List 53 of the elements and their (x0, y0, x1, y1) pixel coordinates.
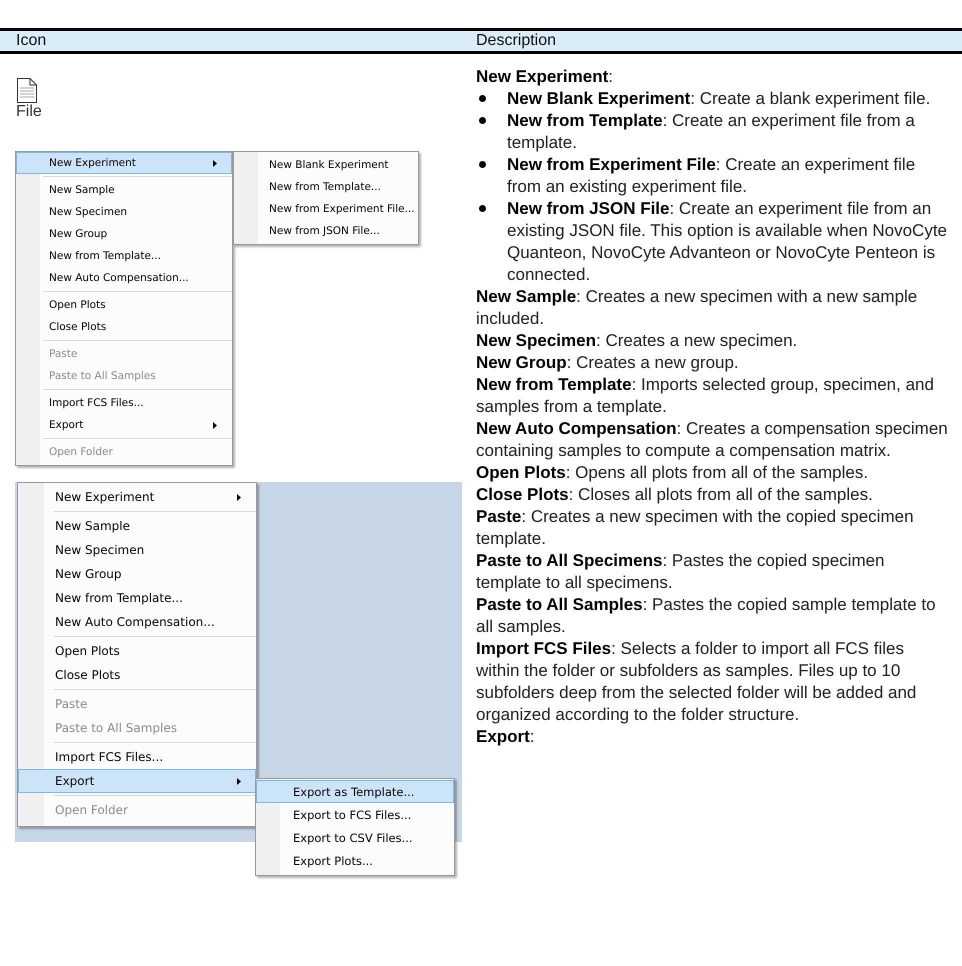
menu-item[interactable]: New Experiment (16, 152, 232, 174)
description-text: New Experiment: (476, 66, 614, 88)
description-text: Paste: Creates a new specimen with the copied specimen template. (476, 506, 915, 550)
description-text: New Auto Compensation: Creates a compensation specimen containing samples to compute a compensation matrix. (476, 418, 949, 462)
menu-item[interactable]: New from Experiment File... (234, 198, 418, 220)
menu-item[interactable]: Import FCS Files... (18, 745, 256, 769)
menu-item[interactable]: New from Template... (18, 586, 256, 610)
icon-caption: File (16, 103, 42, 121)
bullet-text: New from JSON File: Create an experiment file from an existing JSON file. This option is available when NovoCyte Quanteon, NovoCyte Advanteon or NovoCyte Penteon is connected. (507, 198, 948, 286)
description-text: New Specimen: Creates a new specimen. (476, 330, 798, 352)
menu-item[interactable]: New Specimen (16, 201, 232, 223)
bullet-icon (479, 205, 486, 212)
menu-item[interactable]: New Group (18, 562, 256, 586)
menu-item[interactable]: New Sample (18, 514, 256, 538)
bullet-text: New Blank Experiment: Create a blank experiment file. (507, 88, 930, 110)
menu-item[interactable]: Close Plots (16, 316, 232, 338)
bullet-icon (479, 117, 486, 124)
description-text: New Sample: Creates a new specimen with a new sample included. (476, 286, 918, 330)
bullet-text: New from Template: Create an experiment file from a template. (507, 110, 916, 154)
menu-item[interactable]: Export to CSV Files... (256, 826, 454, 849)
description-text: New Group: Creates a new group. (476, 352, 740, 374)
menu-item[interactable]: Export (18, 769, 256, 793)
column-header: Icon (15, 32, 48, 50)
description-text: Paste to All Samples: Pastes the copied sample template to all samples. (476, 594, 937, 638)
bullet-icon (479, 95, 486, 102)
menu-item[interactable]: Close Plots (18, 663, 256, 687)
bullet-icon (479, 161, 486, 168)
menu-item[interactable]: Open Plots (18, 639, 256, 663)
menu-item[interactable]: Import FCS Files... (16, 392, 232, 414)
menu-item[interactable]: Export as Template... (256, 780, 454, 803)
menu-item[interactable]: New Auto Compensation... (16, 267, 232, 289)
description-text: Close Plots: Closes all plots from all of the samples. (476, 484, 874, 506)
document-icon (17, 78, 37, 103)
menu-item[interactable]: Open Plots (16, 294, 232, 316)
description-text: Import FCS Files: Selects a folder to import all FCS files within the folder or subfolders as samples. Files up to 10 subfolders deep from the selected folder will be added and organized according to the folder structure. (476, 638, 918, 726)
menu-item[interactable]: New from Template... (234, 176, 418, 198)
menu-item[interactable]: New Group (16, 223, 232, 245)
menu-item[interactable]: New Experiment (18, 485, 256, 509)
menu-item[interactable]: Export (16, 414, 232, 436)
menu-item[interactable]: New from Template... (16, 245, 232, 267)
menu-item[interactable]: New Sample (16, 179, 232, 201)
description-text: Export: (476, 726, 536, 748)
description-text: Paste to All Specimens: Pastes the copied specimen template to all specimens. (476, 550, 886, 594)
description-text: Open Plots: Opens all plots from all of the samples. (476, 462, 870, 484)
menu-item[interactable]: Export to FCS Files... (256, 803, 454, 826)
description-text: New from Template: Imports selected group, specimen, and samples from a template. (476, 374, 935, 418)
menu-item[interactable]: New from JSON File... (234, 220, 418, 242)
column-header: Description (476, 32, 556, 50)
menu-item[interactable]: New Auto Compensation... (18, 610, 256, 634)
bullet-text: New from Experiment File: Create an experiment file from an existing experiment file. (507, 154, 916, 198)
menu-item[interactable]: New Blank Experiment (234, 154, 418, 176)
menu-item[interactable]: Export Plots... (256, 849, 454, 872)
menu-item[interactable]: New Specimen (18, 538, 256, 562)
